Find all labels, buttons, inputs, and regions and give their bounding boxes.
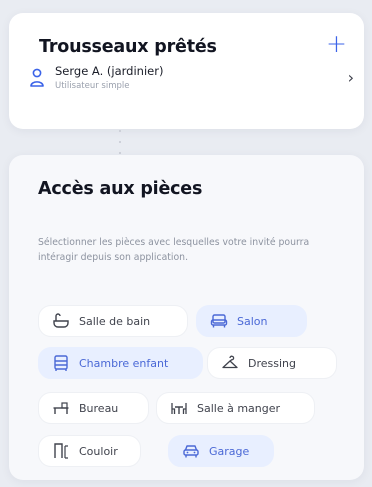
connector-dots xyxy=(119,130,121,155)
room-chip-label: Chambre enfant xyxy=(79,356,169,370)
room-access-description: Sélectionner les pièces avec lesquelles … xyxy=(38,237,310,263)
sofa-icon xyxy=(210,314,228,328)
user-name: Serge A. (jardinier) xyxy=(55,64,164,78)
door-icon xyxy=(54,443,68,459)
bathtub-icon xyxy=(53,313,69,328)
room-chip-salle-a-manger[interactable]: Salle à manger xyxy=(156,392,315,424)
loaned-keys-title: Trousseaux prêtés xyxy=(39,37,217,57)
room-chip-label: Couloir xyxy=(79,444,118,458)
desk-icon xyxy=(53,402,69,414)
room-access-title: Accès aux pièces xyxy=(38,179,203,199)
plus-icon[interactable]: + xyxy=(326,31,347,56)
crib-icon xyxy=(54,355,68,371)
user-icon xyxy=(30,68,44,87)
room-chip-dressing[interactable]: Dressing xyxy=(207,347,337,379)
room-access-card: Accès aux pièces Sélectionner les pièces… xyxy=(9,155,364,480)
room-chip-label: Garage xyxy=(209,444,250,458)
car-icon xyxy=(183,445,199,458)
room-chip-label: Dressing xyxy=(248,356,296,370)
dining-table-icon xyxy=(171,403,187,414)
user-role: Utilisateur simple xyxy=(55,81,130,91)
room-chip-garage[interactable]: Garage xyxy=(168,435,274,467)
room-chip-label: Salon xyxy=(237,314,268,328)
hanger-icon xyxy=(222,355,238,369)
loaned-user-row[interactable]: Serge A. (jardinier) Utilisateur simple … xyxy=(30,64,354,100)
room-chip-salon[interactable]: Salon xyxy=(196,305,307,337)
room-chip-couloir[interactable]: Couloir xyxy=(38,435,141,467)
room-chip-label: Bureau xyxy=(79,401,119,415)
room-chip-label: Salle de bain xyxy=(79,314,151,328)
chevron-right-icon[interactable]: › xyxy=(348,68,354,87)
room-chip-label: Salle à manger xyxy=(197,401,281,415)
room-chip-bureau[interactable]: Bureau xyxy=(38,392,149,424)
room-chip-chambre-enfant[interactable]: Chambre enfant xyxy=(38,347,203,379)
room-chip-salle-de-bain[interactable]: Salle de bain xyxy=(38,305,188,337)
